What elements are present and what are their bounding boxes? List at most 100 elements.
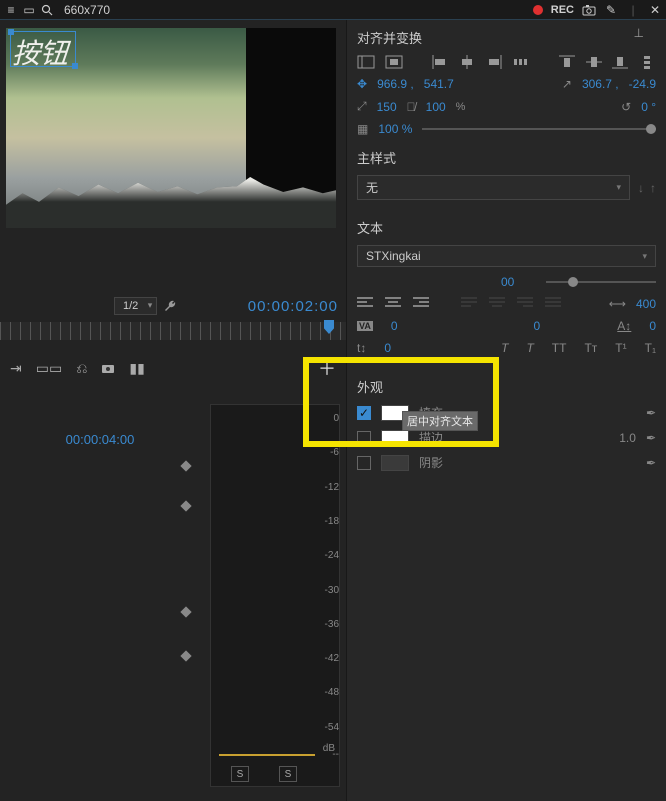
keyframe-icon[interactable] [180,650,191,661]
pin-icon[interactable]: ⊥ [634,26,644,40]
db-scale: 0 -6 -12 -18 -24 -30 -36 -42 -48 -54 -- [305,413,339,756]
line-spacing-icon[interactable]: t↕ [357,341,366,355]
align-bottom-icon[interactable] [612,55,629,69]
anchor-icon[interactable]: ↗ [562,77,572,91]
kerning-value[interactable]: 0 [391,319,398,333]
text-justify-left-icon[interactable] [461,297,479,311]
zoom-value: 1/2 [123,300,138,312]
scale-height[interactable]: 100 [426,100,446,114]
font-size-slider[interactable] [546,281,656,283]
keyframe-icon[interactable] [180,500,191,511]
text-align-center-icon[interactable] [385,297,403,311]
baseline-icon[interactable]: A↕ [617,319,631,333]
smallcaps-icon[interactable]: Tᴛ [584,341,597,355]
text-align-left-icon[interactable] [357,297,375,311]
search-icon[interactable] [40,3,54,17]
add-icon[interactable]: ＋ [318,355,336,381]
opacity-slider[interactable] [422,128,656,130]
distribute-h-icon[interactable] [513,55,530,69]
record-label: REC [551,4,574,16]
anchor-y[interactable]: -24.9 [629,77,656,91]
opacity-icon[interactable]: ▦ [357,122,368,136]
preview-monitor[interactable]: 按钮 [6,28,336,228]
sync-up-icon[interactable]: ↑ [650,181,656,195]
dimensions-label: 660x770 [64,3,110,17]
stroke-checkbox[interactable] [357,431,371,445]
text-justify-all-icon[interactable] [545,297,563,311]
solo-button-right[interactable]: S [279,766,297,782]
db-tick: -12 [325,482,339,493]
font-family-dropdown[interactable]: STXingkai ▾ [357,245,656,267]
divider-icon: | [626,3,640,17]
text-align-right-icon[interactable] [413,297,431,311]
position-y[interactable]: 541.7 [424,77,454,91]
preview-timecode[interactable]: 00:00:02:00 [248,298,338,315]
overlay-icon[interactable]: ▭▭ [36,360,62,377]
anchor-x[interactable]: 306.7 , [582,77,619,91]
rotation-value[interactable]: 0 ° [641,100,656,114]
wrench-icon[interactable] [163,298,179,314]
subscript-icon[interactable]: T₁ [645,341,656,355]
snapshot-icon[interactable] [101,362,115,374]
rotation-icon[interactable]: ↺ [621,100,631,114]
record-dot-icon[interactable] [533,5,543,15]
window-icon[interactable]: ▭ [22,3,36,17]
playhead-icon[interactable] [324,320,334,334]
stroke-swatch[interactable] [381,430,409,446]
superscript-icon[interactable]: T¹ [615,341,626,355]
keyframe-icon[interactable] [180,606,191,617]
scale-link-icon[interactable]: ⛓̸ [407,100,416,114]
text-justify-right-icon[interactable] [517,297,535,311]
line-spacing-value[interactable]: 0 [384,341,391,355]
scale-width[interactable]: 150 [377,100,397,114]
master-style-dropdown[interactable]: 无 ▾ [357,175,630,200]
title-text-overlay[interactable]: 按钮 [12,32,68,72]
time-ruler[interactable] [0,322,346,340]
fill-checkbox[interactable]: ✓ [357,406,371,420]
align-to-frame-icon[interactable] [357,55,375,69]
tracking-value[interactable]: 400 [636,297,656,311]
zoom-dropdown[interactable]: 1/2 [114,297,157,315]
close-icon[interactable]: ✕ [648,3,662,17]
stroke-width[interactable]: 1.0 [619,431,636,445]
text-justify-center-icon[interactable] [489,297,507,311]
keyframe-icon[interactable] [180,460,191,471]
tooltip-center-align: 居中对齐文本 [402,411,478,431]
shadow-checkbox[interactable] [357,456,371,470]
position-icon[interactable]: ✥ [357,77,367,91]
align-right-icon[interactable] [486,55,503,69]
markers-icon[interactable]: ▮▮ [129,360,144,377]
tracking-icon[interactable]: ⟷ [609,297,626,311]
align-vcenter-icon[interactable] [586,55,603,69]
align-hcenter-icon[interactable] [459,55,476,69]
italic-icon[interactable]: T [526,341,533,355]
pencil-icon[interactable]: ✎ [604,3,618,17]
solo-button-left[interactable]: S [231,766,249,782]
leading-value[interactable]: 0 [534,319,541,333]
shadow-eyedropper-icon[interactable]: ✒ [646,456,656,470]
section-master-style: 主样式 [347,140,666,171]
kerning-va-icon[interactable]: VA [357,321,373,331]
export-frame-icon[interactable]: ⎌ [76,360,87,377]
sync-down-icon[interactable]: ↓ [638,181,644,195]
insert-icon[interactable]: ⇥ [10,360,22,377]
align-top-icon[interactable] [559,55,576,69]
opacity-value[interactable]: 100 % [378,122,412,136]
fill-eyedropper-icon[interactable]: ✒ [646,406,656,420]
camera-icon[interactable] [582,3,596,17]
stroke-eyedropper-icon[interactable]: ✒ [646,431,656,445]
allcaps-icon[interactable]: TT [552,341,567,355]
distribute-v-icon[interactable] [639,55,656,69]
font-size-partial[interactable]: 00 [501,275,514,289]
align-to-selection-icon[interactable] [385,55,403,69]
align-left-icon[interactable] [432,55,449,69]
shadow-swatch[interactable] [381,455,409,471]
shadow-label: 阴影 [419,454,443,471]
menu-icon[interactable]: ≡ [4,3,18,17]
baseline-value[interactable]: 0 [649,319,656,333]
position-x[interactable]: 966.9 , [377,77,414,91]
bold-icon[interactable]: T [501,341,508,355]
timeline-timecode[interactable]: 00:00:04:00 [0,432,200,447]
stroke-label: 描边 [419,429,443,446]
scale-icon[interactable]: ⤢ [357,99,367,114]
